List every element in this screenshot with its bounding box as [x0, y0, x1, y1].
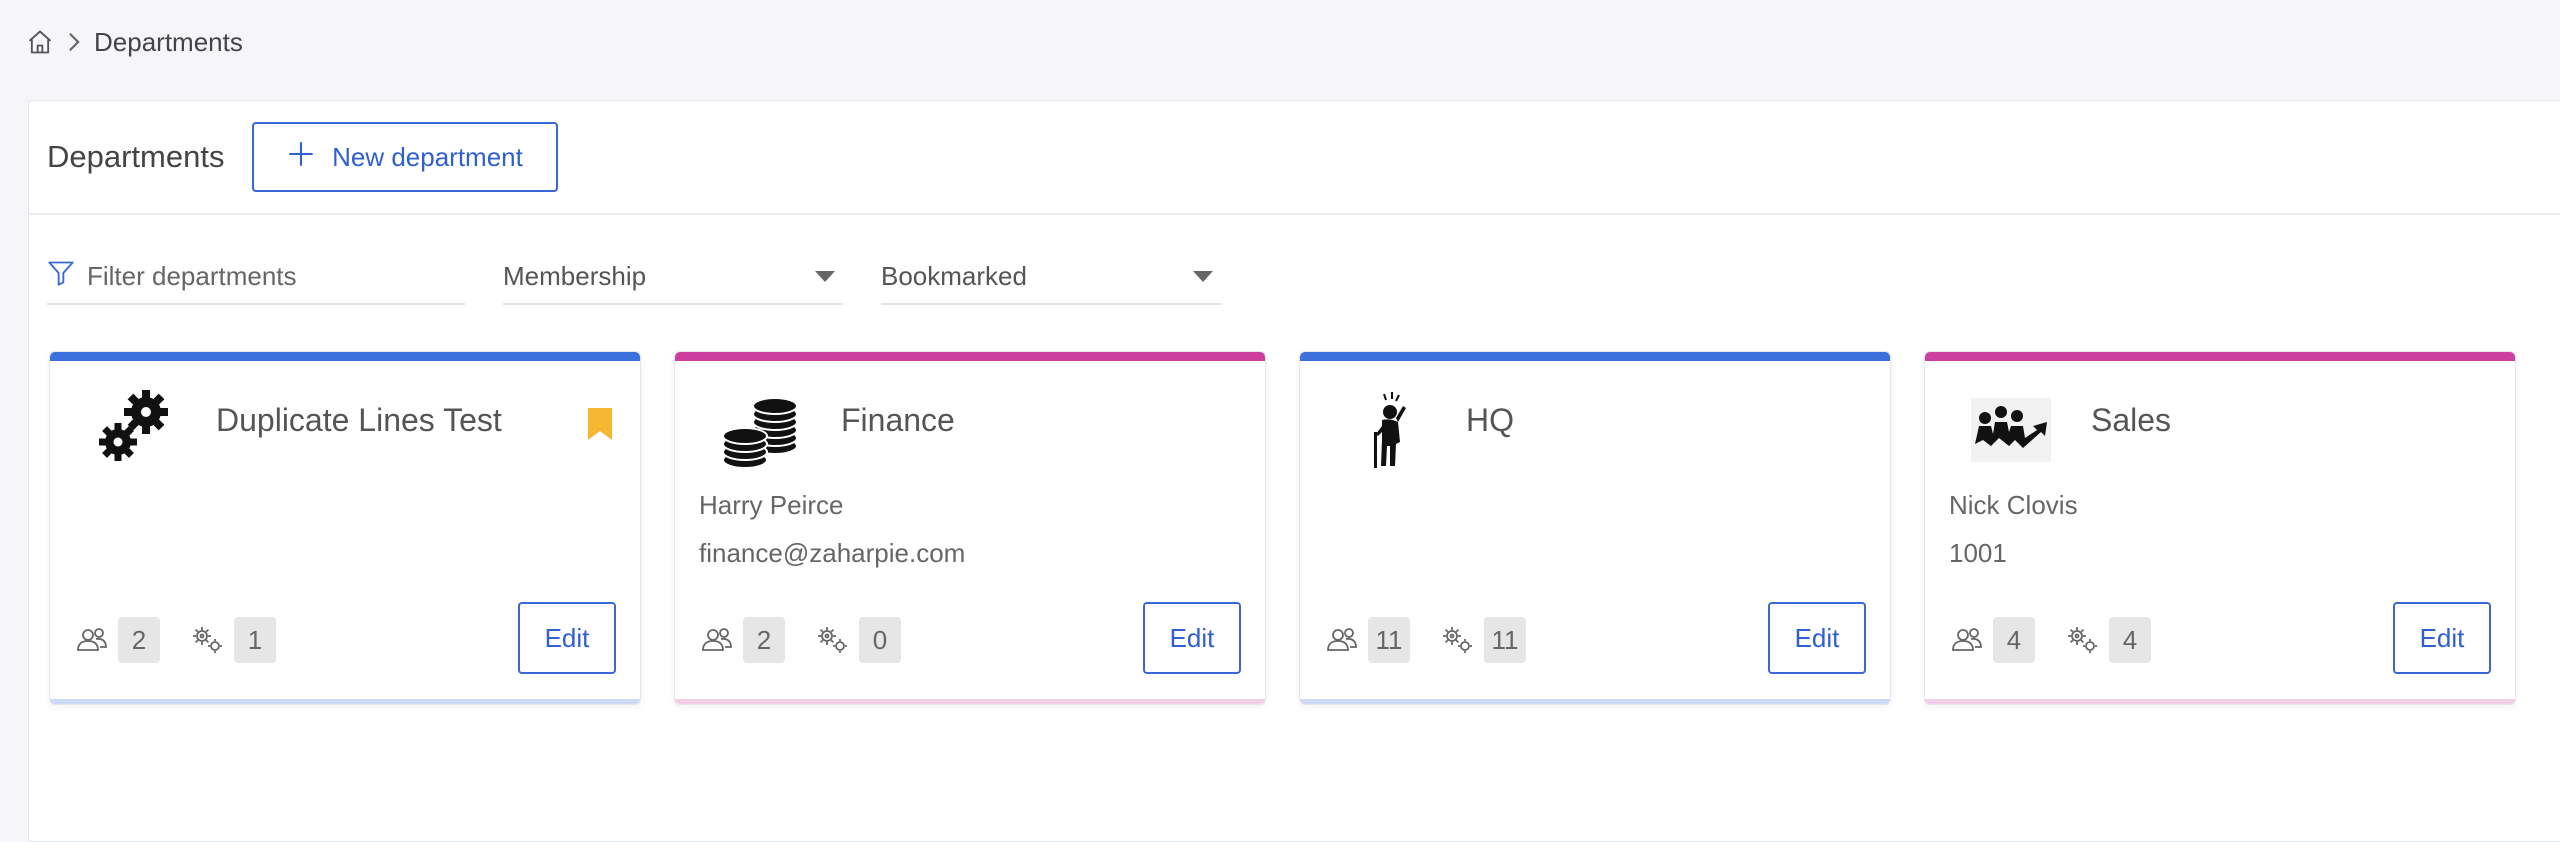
gears-icon	[90, 382, 186, 478]
group-count-badge: 1	[234, 617, 276, 663]
card-stats: 4 4	[1949, 617, 2181, 663]
edit-button[interactable]: Edit	[1768, 602, 1866, 674]
filter-icon	[47, 260, 75, 293]
department-card[interactable]: Sales Nick Clovis 1001 4 4 Edit	[1924, 351, 2516, 705]
card-stats: 2 1	[74, 617, 306, 663]
card-stats: 11 11	[1324, 617, 1556, 663]
card-bottom-bar	[1925, 699, 2515, 704]
card-color-bar	[675, 352, 1265, 361]
card-bottom-bar	[675, 699, 1265, 704]
card-bottom-bar	[50, 699, 640, 704]
settings-gears-icon	[190, 624, 226, 656]
settings-gears-icon	[2065, 624, 2101, 656]
coins-icon	[715, 382, 811, 478]
edit-button[interactable]: Edit	[2393, 602, 2491, 674]
member-count-badge: 2	[118, 617, 160, 663]
bookmark-icon[interactable]	[588, 408, 612, 445]
card-color-bar	[1925, 352, 2515, 361]
bookmarked-label: Bookmarked	[881, 260, 1027, 291]
page-title: Departments	[47, 139, 225, 174]
department-manager: Nick Clovis	[1949, 490, 2078, 520]
department-name: Duplicate Lines Test	[216, 402, 502, 438]
users-icon	[1324, 624, 1360, 656]
department-contact: 1001	[1949, 538, 2007, 568]
card-color-bar	[50, 352, 640, 361]
panel-header: Departments New department	[29, 101, 2560, 215]
card-stats: 2 0	[699, 617, 931, 663]
settings-gears-icon	[815, 624, 851, 656]
users-icon	[1949, 624, 1985, 656]
breadcrumb-current: Departments	[94, 26, 243, 57]
users-icon	[699, 624, 735, 656]
users-icon	[74, 624, 110, 656]
membership-label: Membership	[503, 260, 647, 291]
new-department-label: New department	[332, 141, 523, 172]
home-icon[interactable]	[26, 28, 54, 56]
breadcrumb: Departments	[26, 22, 243, 62]
group-count-badge: 4	[2109, 617, 2151, 663]
department-manager: Harry Peirce	[699, 490, 844, 520]
sales-growth-icon	[1965, 382, 2061, 478]
department-name: HQ	[1466, 402, 1514, 438]
plus-icon	[288, 141, 314, 174]
edit-button[interactable]: Edit	[518, 602, 616, 674]
caret-down-icon	[815, 271, 835, 282]
group-count-badge: 0	[859, 617, 901, 663]
edit-button[interactable]: Edit	[1143, 602, 1241, 674]
new-department-button[interactable]: New department	[252, 122, 559, 192]
filter-placeholder: Filter departments	[87, 260, 297, 291]
filter-departments-input[interactable]: Filter departments	[47, 249, 465, 305]
confused-person-icon	[1340, 382, 1436, 478]
member-count-badge: 11	[1368, 617, 1410, 663]
department-card[interactable]: HQ 11 11 Edit	[1299, 351, 1891, 705]
caret-down-icon	[1193, 271, 1213, 282]
card-color-bar	[1300, 352, 1890, 361]
card-bottom-bar	[1300, 699, 1890, 704]
bookmarked-select[interactable]: Bookmarked	[881, 249, 1221, 305]
department-card[interactable]: Duplicate Lines Test 2 1 Edit	[49, 351, 641, 705]
department-card[interactable]: Finance Harry Peirce finance@zaharpie.co…	[674, 351, 1266, 705]
membership-select[interactable]: Membership	[503, 249, 843, 305]
group-count-badge: 11	[1484, 617, 1526, 663]
department-name: Finance	[841, 402, 955, 438]
department-contact: finance@zaharpie.com	[699, 538, 966, 568]
member-count-badge: 4	[1993, 617, 2035, 663]
settings-gears-icon	[1440, 624, 1476, 656]
member-count-badge: 2	[743, 617, 785, 663]
department-name: Sales	[2091, 402, 2172, 438]
chevron-right-icon	[66, 31, 82, 53]
departments-panel: Departments New department Filter depart…	[28, 100, 2560, 842]
